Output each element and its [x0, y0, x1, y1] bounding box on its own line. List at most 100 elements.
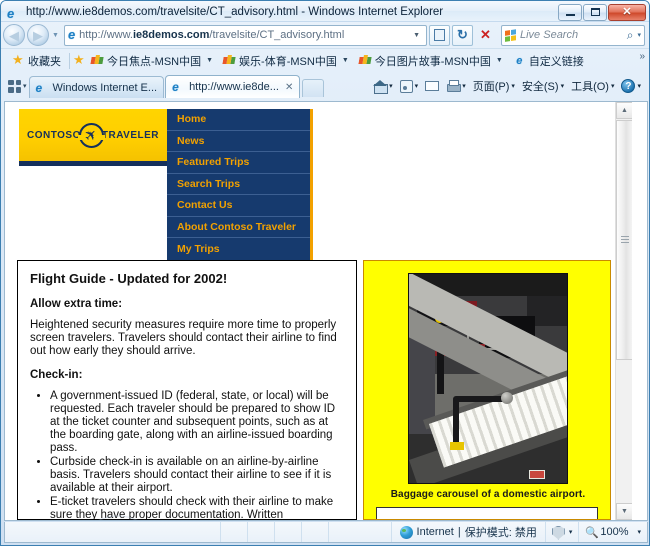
chevron-down-icon[interactable]: ▾ [561, 82, 565, 90]
read-mail-button[interactable] [422, 80, 442, 92]
logo-lockup: CONTOSO ✈ TRAVELER [26, 122, 159, 148]
add-to-favorites-bar-icon[interactable]: ★ [73, 53, 86, 67]
page-menu-button[interactable]: 页面(P) ▾ [470, 77, 518, 95]
help-icon: ? [621, 79, 636, 93]
mail-icon [425, 81, 440, 91]
close-button[interactable]: ✕ [608, 3, 646, 21]
forward-button[interactable]: ▶ [27, 24, 49, 46]
chevron-down-icon[interactable]: ▼ [342, 57, 349, 64]
chevron-down-icon[interactable]: ▾ [389, 82, 393, 90]
nav-item-home[interactable]: Home [167, 109, 310, 131]
status-message-area [5, 522, 391, 542]
scrollbar-grip-icon [621, 236, 629, 244]
search-dropdown-icon[interactable]: ▾ [633, 31, 641, 39]
favorites-bar: ★ 收藏夹 ★ 今日焦点-MSN中国 ▼ 娱乐-体育-MSN中国 ▼ 今日图片故… [1, 48, 649, 72]
zoom-control[interactable]: 🔍 100% ▾ [578, 522, 647, 542]
tab-bar: ▾ e Windows Internet E... e http://www.i… [1, 72, 649, 98]
article-heading: Flight Guide - Updated for 2002! [30, 271, 228, 286]
tab-favicon-icon: e [35, 80, 43, 95]
chevron-down-icon[interactable]: ▾ [637, 82, 641, 90]
chevron-down-icon[interactable]: ▾ [511, 82, 515, 90]
scrollbar-thumb[interactable] [616, 120, 632, 360]
window-title: http://www.ie8demos.com/travelsite/CT_ad… [26, 6, 444, 18]
home-icon [373, 79, 389, 94]
title-bar: e http://www.ie8demos.com/travelsite/CT_… [1, 1, 649, 22]
scroll-up-button[interactable]: ▲ [616, 102, 632, 119]
privacy-settings-button[interactable]: ▾ [544, 522, 579, 542]
scroll-down-icon: ▼ [621, 508, 628, 515]
site-logo[interactable]: CONTOSO ✈ TRAVELER [19, 109, 167, 161]
nav-item-featured-trips[interactable]: Featured Trips [167, 152, 310, 174]
quick-tabs-button[interactable]: ▾ [6, 75, 29, 97]
page-favicon-icon: e [67, 27, 76, 42]
baggage-carousel-photo: Baggage Claim 13 [408, 273, 568, 484]
nav-item-label: News [177, 134, 205, 147]
browser-tab-1[interactable]: e http://www.ie8de... ✕ [165, 75, 301, 98]
tab-favicon-icon: e [172, 80, 179, 94]
airplane-circle-icon: ✈ [77, 122, 105, 148]
favorites-bar-item-3[interactable]: e 自定义链接 [508, 53, 589, 69]
nav-item-my-trips[interactable]: My Trips [167, 238, 310, 260]
maximize-icon [590, 8, 600, 16]
favorites-button[interactable]: ★ 收藏夹 [7, 53, 66, 69]
airplane-icon: ✈ [80, 124, 102, 146]
compatibility-view-button[interactable] [429, 24, 450, 46]
chevron-down-icon[interactable]: ▾ [462, 82, 466, 90]
search-input[interactable]: Live Search ⌕ ▾ [501, 24, 645, 46]
chevron-down-icon[interactable]: ▼ [496, 57, 503, 64]
tab-close-icon[interactable]: ✕ [285, 82, 293, 93]
forward-arrow-icon: ▶ [33, 27, 43, 43]
nav-item-contact-us[interactable]: Contact Us [167, 195, 310, 217]
home-button[interactable]: ▾ [370, 79, 396, 94]
figure-panel: Baggage Claim 13 [363, 260, 611, 520]
maximize-button[interactable] [583, 3, 607, 21]
favorites-bar-item-2[interactable]: 今日图片故事-MSN中国 ▼ [354, 53, 508, 69]
logo-word-left: CONTOSO [26, 129, 81, 141]
favorites-bar-item-1[interactable]: 娱乐-体育-MSN中国 ▼ [218, 53, 354, 69]
nav-item-about-contoso-traveler[interactable]: About Contoso Traveler [167, 216, 310, 238]
refresh-button[interactable]: ↻ [452, 24, 473, 46]
new-tab-button[interactable] [302, 79, 325, 97]
back-arrow-icon: ◀ [9, 27, 19, 43]
list-item: E-ticket travelers should check with the… [50, 496, 344, 519]
help-button[interactable]: ? ▾ [618, 78, 644, 94]
search-icon[interactable]: ⌕ [627, 28, 634, 43]
print-button[interactable]: ▾ [443, 79, 469, 93]
minimize-icon [565, 13, 575, 16]
feeds-button[interactable]: ▾ [397, 79, 422, 94]
minimize-button[interactable] [558, 3, 582, 21]
page-vertical-scrollbar[interactable]: ▲ ▼ [615, 102, 632, 520]
logo-underline [19, 161, 167, 166]
nav-item-search-trips[interactable]: Search Trips [167, 173, 310, 195]
nav-item-label: About Contoso Traveler [177, 220, 297, 233]
security-zone-indicator[interactable]: Internet | 保护模式: 禁用 [390, 522, 545, 542]
web-page-content: CONTOSO ✈ TRAVELER Home News Featured Tr… [5, 102, 632, 520]
tools-menu-button[interactable]: 工具(O) ▾ [568, 77, 617, 95]
tab-list-dropdown-icon[interactable]: ▾ [23, 82, 27, 90]
refresh-icon: ↻ [457, 27, 468, 42]
stop-button[interactable]: ✕ [475, 25, 496, 46]
safety-menu-button[interactable]: 安全(S) ▾ [519, 77, 567, 95]
status-bar: Internet | 保护模式: 禁用 ▾ 🔍 100% ▾ [4, 522, 648, 543]
address-input[interactable]: e http://www.ie8demos.com/travelsite/CT_… [63, 24, 427, 46]
tab-title: Windows Internet E... [52, 81, 158, 94]
chevron-down-icon[interactable]: ▼ [206, 57, 213, 64]
site-navigation: Home News Featured Trips Search Trips Co… [167, 109, 313, 260]
chevron-down-icon[interactable]: ▾ [569, 528, 573, 536]
browser-tab-0[interactable]: e Windows Internet E... [28, 76, 165, 98]
chevron-down-icon[interactable]: ▾ [631, 528, 641, 536]
recent-pages-dropdown[interactable]: ▼ [51, 32, 62, 39]
tab-title: http://www.ie8de... [189, 81, 279, 93]
safety-menu-label: 安全(S) [521, 81, 559, 93]
scroll-down-button[interactable]: ▼ [616, 503, 632, 520]
favorites-overflow-button[interactable]: » [639, 51, 645, 62]
zoom-level-label: 100% [600, 526, 629, 538]
ie-browser-window: e http://www.ie8demos.com/travelsite/CT_… [0, 0, 650, 546]
nav-item-news[interactable]: News [167, 130, 310, 152]
command-bar: ▾ ▾ ▾ 页面(P) ▾ 安全(S) ▾ 工具(O) ▾ ? ▾ [370, 74, 649, 98]
chevron-down-icon[interactable]: ▾ [415, 82, 419, 90]
address-dropdown-icon[interactable]: ▼ [409, 32, 424, 39]
back-button[interactable]: ◀ [3, 24, 25, 46]
favorites-bar-item-0[interactable]: 今日焦点-MSN中国 ▼ [86, 53, 218, 69]
chevron-down-icon[interactable]: ▾ [611, 82, 615, 90]
